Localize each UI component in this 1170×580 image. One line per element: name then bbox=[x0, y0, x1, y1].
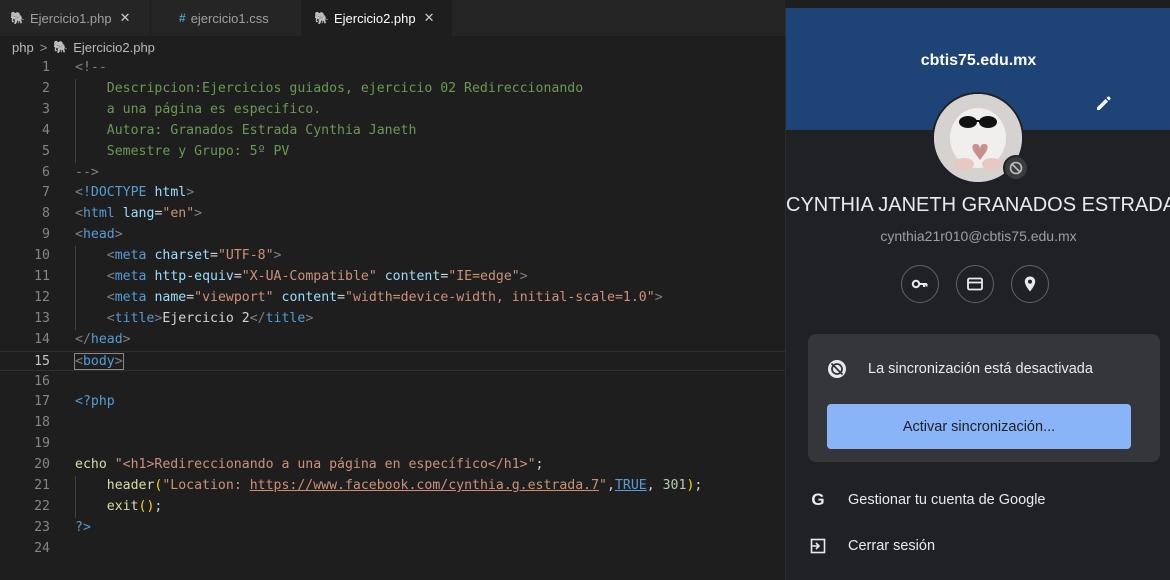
code-line: 2 Descripcion:Ejercicios guiados, ejerci… bbox=[0, 78, 785, 100]
code-line: 14 </head> bbox=[34, 331, 131, 347]
code-editor: 🐘 Ejercicio1.php ✕ # ejercicio1.css 🐘 Ej… bbox=[0, 0, 785, 580]
sign-out-icon bbox=[808, 536, 828, 556]
breadcrumb-separator: > bbox=[39, 39, 48, 55]
key-icon bbox=[911, 279, 928, 289]
code-line: 11 <meta http-equiv="X-UA-Compatible" co… bbox=[0, 267, 785, 288]
menu-label: Cerrar sesión bbox=[848, 538, 936, 554]
code-line: 1 <!-- bbox=[42, 60, 107, 75]
close-tab-icon[interactable]: ✕ bbox=[120, 10, 131, 26]
edit-pencil-icon[interactable] bbox=[1093, 92, 1115, 114]
code-line: 24 bbox=[34, 540, 50, 556]
php-icon: 🐘 bbox=[53, 40, 69, 54]
code-line: 10 <meta charset="UTF-8"> bbox=[0, 246, 785, 268]
tab-ejercicio1-css[interactable]: # ejercicio1.css bbox=[151, 0, 301, 36]
google-g-icon: G bbox=[811, 490, 825, 509]
code-line-current: 15 <body> bbox=[0, 350, 785, 372]
code-line: 6 --> bbox=[42, 164, 99, 180]
payment-methods-button[interactable] bbox=[956, 265, 994, 303]
breadcrumb-folder[interactable]: php bbox=[12, 40, 34, 55]
credit-card-icon bbox=[967, 277, 983, 291]
location-pin-icon bbox=[1024, 276, 1036, 292]
code-line: 21 header("Location: https://www.faceboo… bbox=[0, 476, 785, 497]
profile-menu: cbtis75.edu.mx CYNTHIA JANETH GRANADOS E… bbox=[785, 8, 1170, 580]
text-cursor bbox=[122, 352, 124, 369]
breadcrumb-file[interactable]: Ejercicio2.php bbox=[73, 40, 155, 55]
sync-off-badge-icon bbox=[1003, 155, 1029, 181]
php-icon: 🐘 bbox=[314, 11, 329, 25]
tab-ejercicio2-php[interactable]: 🐘 Ejercicio2.php ✕ bbox=[302, 0, 452, 36]
account-email: cynthia21r010@cbtis75.edu.mx bbox=[880, 228, 1077, 244]
sign-out-item[interactable]: Cerrar sesión bbox=[786, 526, 1170, 566]
menu-label: Gestionar tu cuenta de Google bbox=[848, 492, 1046, 508]
account-domain: cbtis75.edu.mx bbox=[920, 52, 1037, 69]
code-line: 9 <head> bbox=[42, 227, 123, 243]
code-line: 23 ?> bbox=[34, 519, 91, 535]
sync-status-text: La sincronización está desactivada bbox=[868, 361, 1093, 377]
css-icon: # bbox=[179, 11, 186, 25]
code-line: 16 bbox=[34, 373, 50, 389]
sync-off-icon bbox=[826, 358, 848, 380]
manage-google-account-item[interactable]: G Gestionar tu cuenta de Google bbox=[786, 480, 1170, 520]
close-tab-icon[interactable]: ✕ bbox=[424, 10, 435, 26]
code-line: 13 <title>Ejercicio 2</title> bbox=[0, 308, 785, 330]
code-line: 4 Autora: Granados Estrada Cynthia Janet… bbox=[0, 120, 785, 142]
code-line: 17 <?php bbox=[34, 394, 115, 410]
code-line: 3 a una página es especifico. bbox=[0, 99, 785, 121]
code-line: 19 bbox=[34, 436, 50, 452]
account-name: CYNTHIA JANETH GRANADOS ESTRADA bbox=[786, 194, 1170, 216]
code-line: 5 Semestre y Grupo: 5º PV bbox=[0, 141, 785, 163]
tab-ejercicio1-php[interactable]: 🐘 Ejercicio1.php ✕ bbox=[0, 0, 150, 36]
tab-label: Ejercicio1.php bbox=[29, 10, 112, 26]
code-line: 12 <meta name="viewport" content="width=… bbox=[0, 287, 785, 309]
code-line: 22 exit(); bbox=[0, 496, 785, 518]
code-line: 7 <!DOCTYPE html> bbox=[42, 185, 195, 201]
code-line: 20 echo "<h1>Redireccionando a una página… bbox=[34, 457, 544, 473]
code-line: 18 bbox=[34, 415, 50, 431]
passwords-button[interactable] bbox=[901, 265, 939, 303]
tab-label: Ejercicio2.php bbox=[333, 10, 416, 26]
tab-label: ejercicio1.css bbox=[190, 10, 269, 26]
breadcrumb: php > 🐘 Ejercicio2.php bbox=[0, 36, 785, 58]
turn-on-sync-button[interactable]: Activar sincronización... bbox=[827, 404, 1131, 449]
php-icon: 🐘 bbox=[10, 11, 25, 25]
code-line: 8 <html lang="en"> bbox=[42, 206, 203, 222]
addresses-button[interactable] bbox=[1011, 265, 1049, 303]
tab-bar: 🐘 Ejercicio1.php ✕ # ejercicio1.css 🐘 Ej… bbox=[0, 0, 785, 36]
sync-card: La sincronización está desactivada Activ… bbox=[808, 334, 1160, 462]
